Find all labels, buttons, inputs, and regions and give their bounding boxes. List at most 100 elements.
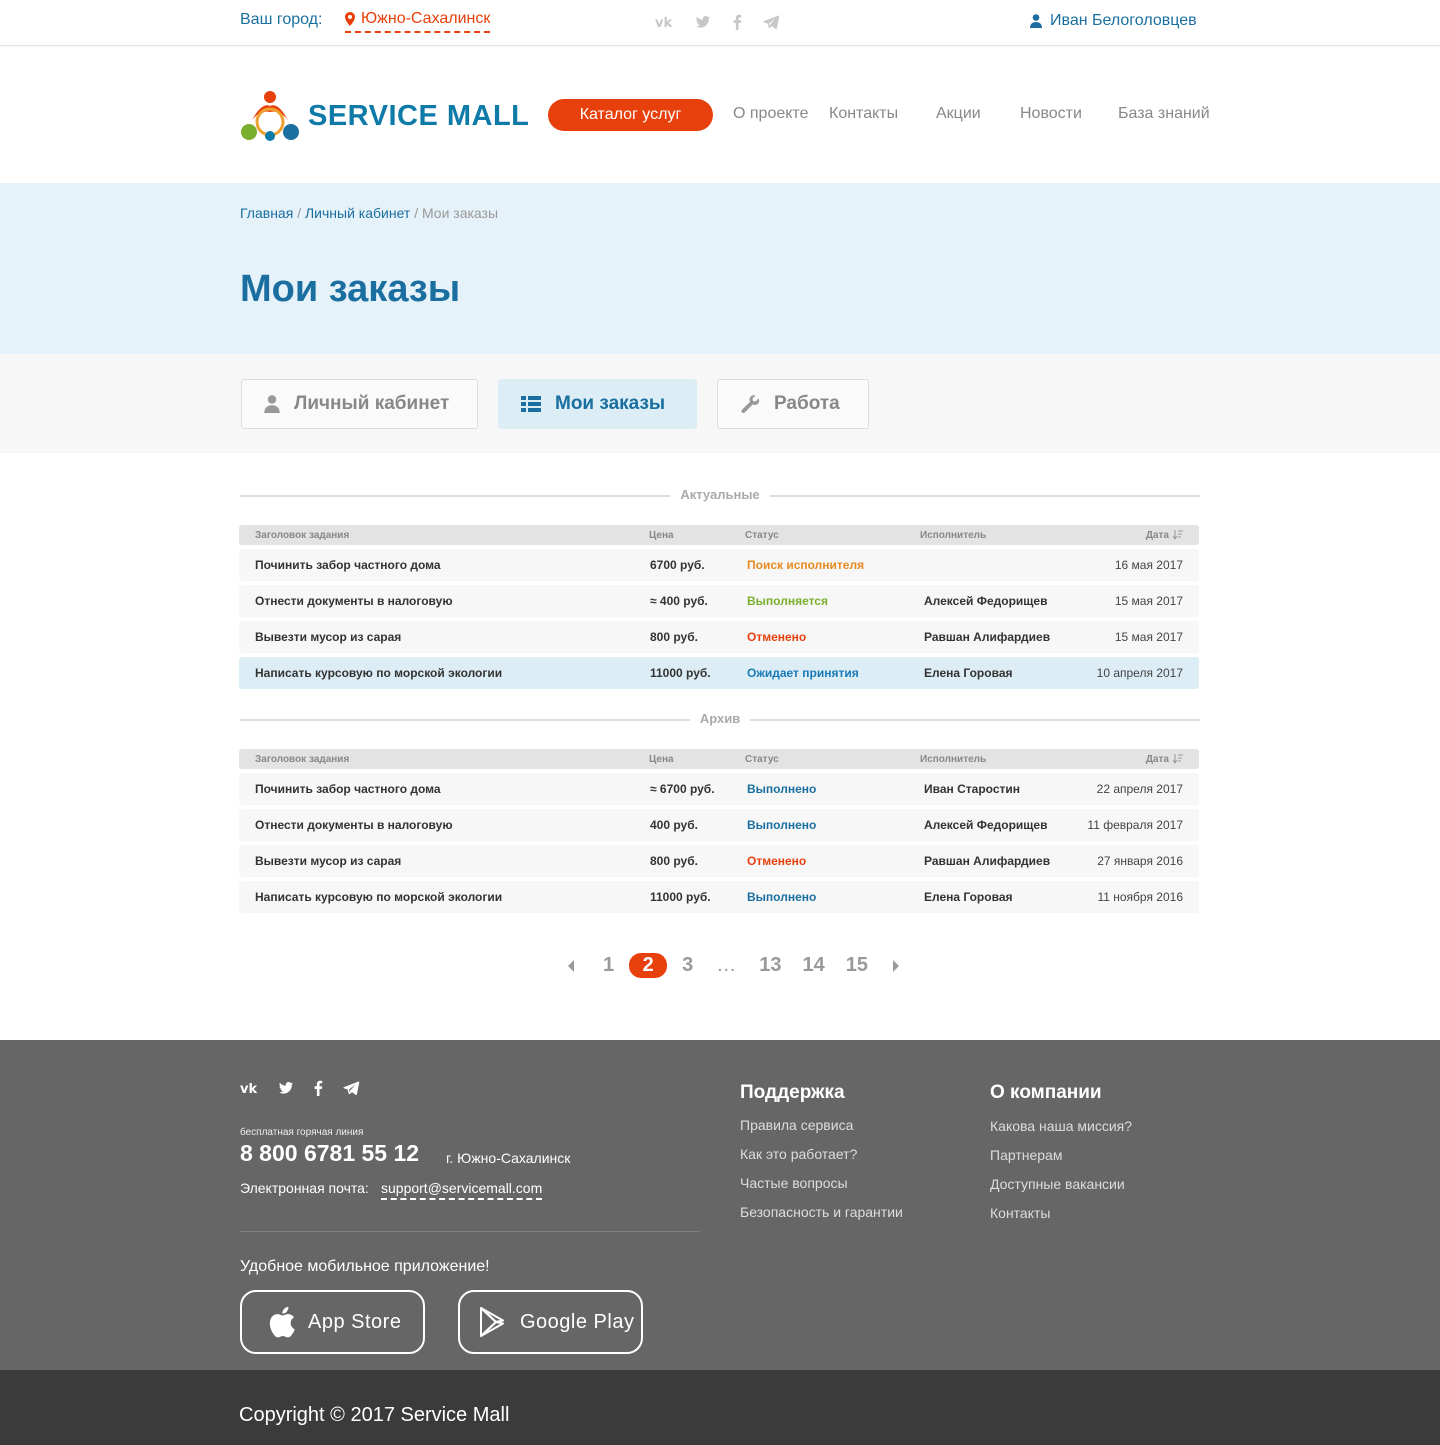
row-price: 6700 руб.: [650, 558, 705, 572]
nav-item-promotions[interactable]: Акции: [936, 105, 981, 123]
row-status: Выполнено: [747, 890, 817, 904]
support-link[interactable]: Безопасность и гарантии: [740, 1204, 903, 1220]
list-icon: [521, 396, 541, 412]
logo-text: SERVICE MALL: [308, 99, 530, 132]
twitter-icon[interactable]: [278, 1080, 294, 1096]
vk-icon[interactable]: vk: [240, 1080, 260, 1096]
page-1[interactable]: 1: [603, 954, 614, 977]
hotline-phone[interactable]: 8 800 6781 55 12: [240, 1140, 419, 1167]
table-row[interactable]: Вывезти мусор из сарая 800 руб. Отменено…: [239, 845, 1199, 877]
support-link[interactable]: Как это работает?: [740, 1146, 857, 1162]
facebook-icon[interactable]: [312, 1080, 324, 1096]
mobile-app-label: Удобное мобильное приложение!: [240, 1258, 490, 1275]
google-play-button[interactable]: Google Play: [458, 1290, 643, 1354]
user-menu[interactable]: Иван Белоголовцев: [1030, 12, 1197, 30]
tab-label: Личный кабинет: [294, 393, 450, 414]
breadcrumb-current: Мои заказы: [421, 205, 499, 221]
nav-item-news[interactable]: Новости: [1020, 105, 1082, 123]
table-row[interactable]: Починить забор частного дома ≈ 6700 руб.…: [239, 773, 1199, 805]
company-link[interactable]: Контакты: [990, 1205, 1050, 1221]
row-price: 800 руб.: [650, 854, 698, 868]
table-row[interactable]: Написать курсовую по морской экологии 11…: [239, 881, 1199, 913]
svg-text:vk: vk: [240, 1082, 257, 1096]
vk-icon[interactable]: vk: [655, 14, 675, 30]
facebook-icon[interactable]: [731, 14, 743, 30]
hero-section: [0, 183, 1440, 354]
row-executor: Елена Горовая: [924, 666, 1013, 680]
row-date: 22 апреля 2017: [1096, 782, 1183, 796]
next-page-icon[interactable]: [891, 959, 901, 973]
row-date: 10 апреля 2017: [1096, 666, 1183, 680]
table-row[interactable]: Вывезти мусор из сарая 800 руб. Отменено…: [239, 621, 1199, 653]
page-3[interactable]: 3: [682, 954, 693, 977]
row-date: 15 мая 2017: [1114, 630, 1183, 644]
google-play-label: Google Play: [520, 1310, 635, 1333]
twitter-icon[interactable]: [695, 14, 711, 30]
table-header: Заголовок задания Цена Статус Исполнител…: [239, 749, 1199, 769]
page-13[interactable]: 13: [759, 954, 781, 977]
page-title: Мои заказы: [240, 268, 461, 310]
logo-mark-icon: [241, 91, 299, 141]
col-date-label: Дата: [1145, 529, 1169, 541]
city-selector[interactable]: Южно-Сахалинск: [345, 10, 491, 33]
page-current[interactable]: 2: [629, 953, 668, 978]
nav-item-contacts[interactable]: Контакты: [829, 105, 898, 123]
catalog-button[interactable]: Каталог услуг: [548, 99, 713, 131]
table-row[interactable]: Починить забор частного дома 6700 руб. П…: [239, 549, 1199, 581]
social-links-footer: vk: [240, 1080, 360, 1096]
breadcrumb-cabinet[interactable]: Личный кабинет: [305, 205, 410, 221]
row-price: 800 руб.: [650, 630, 698, 644]
support-link[interactable]: Частые вопросы: [740, 1175, 848, 1191]
telegram-icon[interactable]: [342, 1080, 360, 1096]
prev-page-icon[interactable]: [566, 959, 576, 973]
company-link[interactable]: Партнерам: [990, 1147, 1062, 1163]
table-row[interactable]: Написать курсовую по морской экологии 11…: [239, 657, 1199, 689]
copyright-bar: [0, 1370, 1440, 1445]
row-price: ≈ 400 руб.: [650, 594, 708, 608]
row-status: Выполнено: [747, 782, 817, 796]
company-link[interactable]: Какова наша миссия?: [990, 1118, 1132, 1134]
row-status: Ожидает принятия: [747, 666, 859, 680]
row-date: 11 ноября 2016: [1097, 890, 1183, 904]
footer-divider: [240, 1231, 700, 1232]
col-price: Цена: [649, 753, 674, 765]
col-date-label: Дата: [1145, 753, 1169, 765]
row-price: 11000 руб.: [650, 666, 711, 680]
support-email-link[interactable]: support@servicemall.com: [381, 1180, 543, 1200]
logo[interactable]: SERVICE MALL: [240, 90, 529, 142]
company-link[interactable]: Доступные вакансии: [990, 1176, 1125, 1192]
table-row[interactable]: Отнести документы в налоговую ≈ 400 руб.…: [239, 585, 1199, 617]
breadcrumb-home[interactable]: Главная: [240, 205, 293, 221]
page-14[interactable]: 14: [803, 954, 825, 977]
nav-item-about[interactable]: О проекте: [733, 105, 808, 123]
col-date[interactable]: Дата: [1146, 749, 1183, 769]
table-header: Заголовок задания Цена Статус Исполнител…: [239, 525, 1199, 545]
support-link[interactable]: Правила сервиса: [740, 1117, 853, 1133]
section-label-wrap: Архив: [0, 711, 1440, 726]
social-links-top: vk: [655, 14, 779, 30]
tab-work[interactable]: Работа: [717, 379, 869, 429]
breadcrumb-separator: /: [414, 205, 419, 221]
section-label-actual: Актуальные: [670, 487, 770, 502]
col-date[interactable]: Дата: [1146, 525, 1183, 545]
tab-cabinet[interactable]: Личный кабинет: [241, 379, 478, 429]
row-date: 27 января 2016: [1097, 854, 1183, 868]
email-label: Электронная почта:: [240, 1180, 369, 1196]
page-15[interactable]: 15: [846, 954, 868, 977]
row-price: 400 руб.: [650, 818, 698, 832]
tab-my-orders[interactable]: Мои заказы: [498, 379, 697, 429]
tab-label: Работа: [774, 393, 840, 414]
apple-icon: [269, 1306, 295, 1338]
row-status: Отменено: [747, 854, 807, 868]
svg-text:vk: vk: [655, 16, 672, 30]
table-row[interactable]: Отнести документы в налоговую 400 руб. В…: [239, 809, 1199, 841]
telegram-icon[interactable]: [763, 14, 779, 30]
nav-item-knowledge-base[interactable]: База знаний: [1118, 105, 1210, 123]
support-heading: Поддержка: [740, 1082, 845, 1103]
user-icon: [264, 395, 280, 413]
app-store-label: App Store: [308, 1310, 402, 1333]
row-title: Отнести документы в налоговую: [255, 818, 453, 832]
breadcrumb: Главная / Личный кабинет / Мои заказы: [240, 205, 498, 221]
app-store-button[interactable]: App Store: [240, 1290, 425, 1354]
col-title: Заголовок задания: [255, 529, 350, 541]
